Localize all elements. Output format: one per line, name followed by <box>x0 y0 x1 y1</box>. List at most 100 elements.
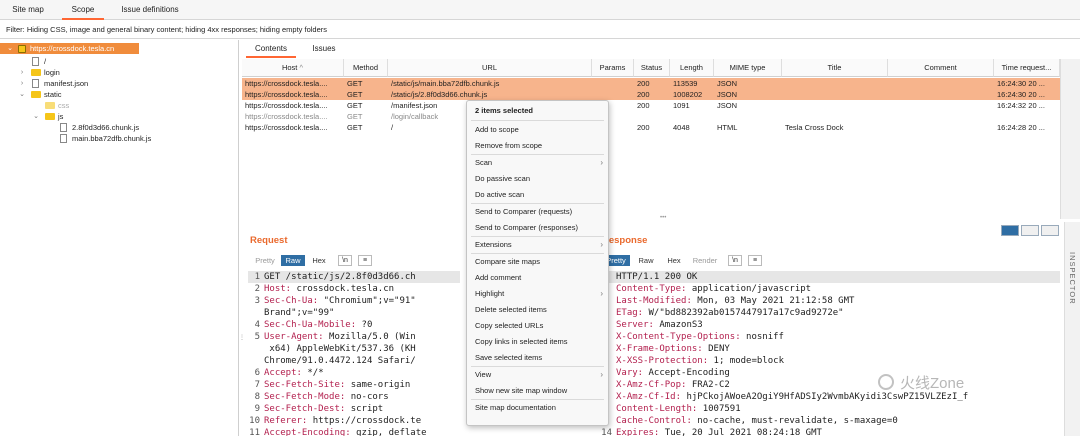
column-method[interactable]: Method <box>344 59 388 77</box>
lock-icon <box>18 45 26 53</box>
column-mime[interactable]: MIME type <box>714 59 782 77</box>
column-host[interactable]: Host ^ <box>242 59 344 77</box>
tab-scope[interactable]: Scope <box>62 0 104 20</box>
cell-url: /static/js/2.8f0d3d66.chunk.js <box>391 90 488 99</box>
menu-item-show-new-site-map-window[interactable]: Show new site map window <box>467 383 608 399</box>
filter-bar[interactable]: Filter: Hiding CSS, image and general bi… <box>0 21 1080 39</box>
menu-item-copy-links-in-selected-items[interactable]: Copy links in selected items <box>467 334 608 350</box>
tab-issues[interactable]: Issues <box>302 40 346 58</box>
tab-contents[interactable]: Contents <box>246 40 296 58</box>
table-row[interactable]: https://crossdock.tesla.... GET/200 4048 HT… <box>242 122 1060 133</box>
request-menu-icon[interactable]: ≡ <box>358 255 372 266</box>
menu-item-compare-site-maps[interactable]: Compare site maps <box>467 254 608 270</box>
chevron-down-icon: ⌄ <box>19 91 25 98</box>
layout-vertical-icon[interactable] <box>1021 225 1039 236</box>
cell-time <box>994 111 1060 122</box>
menu-item-site-map-documentation[interactable]: Site map documentation <box>467 400 608 416</box>
header-key: X-Frame-Options: <box>616 344 703 354</box>
menu-item-extensions[interactable]: Extensions › <box>467 237 608 253</box>
request-pretty-button[interactable]: Pretty <box>250 255 280 266</box>
cell-mime <box>714 111 782 122</box>
response-menu-icon[interactable]: ≡ <box>748 255 762 266</box>
line-number: 11 <box>249 428 260 436</box>
response-hex-button[interactable]: Hex <box>662 255 686 266</box>
menu-item-send-to-comparer-responses[interactable]: Send to Comparer (responses) <box>467 220 608 236</box>
column-comment[interactable]: Comment <box>888 59 994 77</box>
header-value: "Chromium";v="91" <box>318 296 416 306</box>
column-title[interactable]: Title <box>782 59 888 77</box>
tree-root[interactable]: ⌄ https://crossdock.tesla.cn <box>0 43 139 54</box>
header-key: Sec-Fetch-Dest: <box>264 404 346 414</box>
chevron-right-icon: › <box>600 240 603 249</box>
cell-length: 1008202 <box>673 90 703 99</box>
response-editor[interactable]: HTTP/1.1 200 OK Content-Type: application… <box>600 271 1060 436</box>
menu-item-label: View <box>475 370 492 379</box>
table-row[interactable]: https://crossdock.tesla.... GET/login/cal… <box>242 111 1060 122</box>
splitter-handle[interactable]: ••• <box>660 215 666 221</box>
content-tab-bar: Contents Issues <box>242 40 1080 58</box>
code-line: x64) AppleWebKit/537.36 (KH <box>248 343 460 355</box>
tab-issue-definitions[interactable]: Issue definitions <box>112 0 188 20</box>
table-row[interactable]: https://crossdock.tesla.... GET/manifest.… <box>242 100 1060 111</box>
column-status[interactable]: Status <box>634 59 670 77</box>
table-row[interactable]: https://crossdock.tesla.... GET/static/js… <box>242 78 1060 89</box>
cell-length <box>670 111 714 122</box>
code-line: X-Frame-Options: DENY <box>600 343 1060 355</box>
cell-time: 16:24:28 20 ... <box>997 123 1045 132</box>
cell-host: https://crossdock.tesla.... <box>245 112 328 121</box>
menu-item-highlight[interactable]: Highlight › <box>467 286 608 302</box>
code-line: 10 Referer: https://crossdock.te <box>248 415 460 427</box>
cell-params <box>592 78 634 89</box>
column-length[interactable]: Length <box>670 59 714 77</box>
menu-item-send-to-comparer-requests[interactable]: Send to Comparer (requests) <box>467 204 608 220</box>
menu-item-do-passive-scan[interactable]: Do passive scan <box>467 171 608 187</box>
line-number: 8 <box>254 392 260 402</box>
column-url[interactable]: URL <box>388 59 592 77</box>
menu-item-remove-from-scope[interactable]: Remove from scope <box>467 138 608 154</box>
layout-single-icon[interactable] <box>1041 225 1059 236</box>
response-raw-button[interactable]: Raw <box>634 255 658 266</box>
menu-item-label: Do passive scan <box>475 174 531 183</box>
column-params[interactable]: Params <box>592 59 634 77</box>
cell-method: GET <box>347 123 363 132</box>
folder-icon <box>31 91 41 98</box>
request-hex-button[interactable]: Hex <box>307 255 331 266</box>
menu-item-view[interactable]: View › <box>467 367 608 383</box>
layout-horizontal-icon[interactable] <box>1001 225 1019 236</box>
response-newline-toggle-button[interactable]: \n <box>728 255 742 266</box>
line-number: 1 <box>254 272 260 282</box>
code-line: ETag: W/"bd882392ab0157447917a17c9ad9272… <box>600 307 1060 319</box>
code-line: X-Amz-Cf-Pop: FRA2-C2 <box>600 379 1060 391</box>
line-number: 6 <box>254 368 260 378</box>
code-line: 3 Sec-Ch-Ua: "Chromium";v="91" <box>248 295 460 307</box>
cell-title <box>782 78 888 89</box>
header-key: ETag: <box>616 308 644 318</box>
newline-toggle-button[interactable]: \n <box>338 255 352 266</box>
cell-status: 200 <box>637 123 650 132</box>
menu-item-save-selected-items[interactable]: Save selected items <box>467 350 608 366</box>
menu-item-add-to-scope[interactable]: Add to scope <box>467 122 608 138</box>
request-editor[interactable]: 1 GET /static/js/2.8f0d3d66.ch 2 Host: cros… <box>248 271 460 436</box>
splitter-handle-vertical[interactable]: ⋮ <box>239 334 245 341</box>
header-value: W/"bd882392ab0157447917a17c9ad9272e" <box>643 308 844 318</box>
cell-method: GET <box>347 112 363 121</box>
file-icon <box>32 57 39 66</box>
table-row[interactable]: https://crossdock.tesla.... GET/static/js… <box>242 89 1060 100</box>
code-line: 11 Accept-Encoding: gzip, deflate <box>248 427 460 436</box>
menu-item-do-active-scan[interactable]: Do active scan <box>467 187 608 203</box>
tab-site-map[interactable]: Site map <box>0 0 56 20</box>
column-time[interactable]: Time request... <box>994 59 1060 77</box>
header-value: DENY <box>702 344 730 354</box>
response-render-button[interactable]: Render <box>690 255 720 266</box>
menu-item-add-comment[interactable]: Add comment <box>467 270 608 286</box>
header-value: GET /static/js/2.8f0d3d66.ch <box>264 272 416 282</box>
menu-item-scan[interactable]: Scan › <box>467 155 608 171</box>
request-raw-button[interactable]: Raw <box>281 255 305 266</box>
inspector-panel[interactable]: INSPECTOR <box>1064 222 1080 436</box>
header-value: script <box>345 404 384 414</box>
menu-item-copy-selected-urls[interactable]: Copy selected URLs <box>467 318 608 334</box>
menu-item-delete-selected-items[interactable]: Delete selected items <box>467 302 608 318</box>
menu-item-label: Send to Comparer (requests) <box>475 207 573 216</box>
table-scrollbar[interactable] <box>1060 59 1080 219</box>
code-line: X-XSS-Protection: 1; mode=block <box>600 355 1060 367</box>
